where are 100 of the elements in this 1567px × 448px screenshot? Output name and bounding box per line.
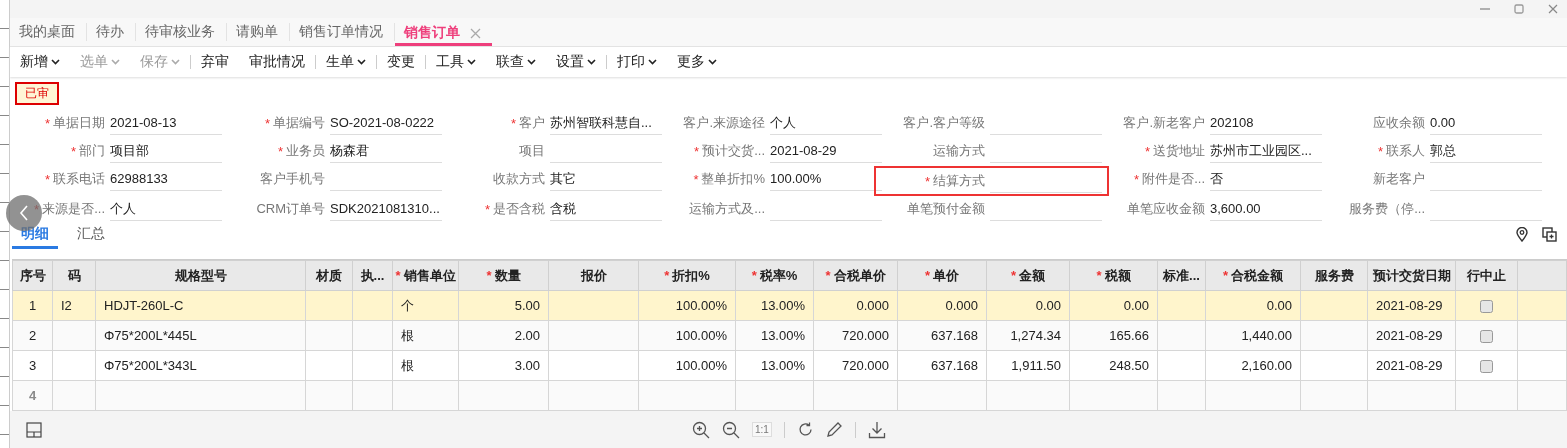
field-label: 业务员 (286, 142, 325, 160)
input-field[interactable]: 苏州市工业园区... (1210, 139, 1322, 163)
copy-add-icon[interactable] (1542, 227, 1557, 242)
page-tab[interactable]: 待审核业务 (136, 23, 227, 41)
toolbar-button[interactable]: 弃审 (191, 50, 239, 74)
caret-icon (648, 59, 657, 65)
column-header: * 数量 (458, 260, 549, 291)
input-field[interactable]: 其它 (550, 167, 662, 191)
input-field[interactable]: 2021-08-29 (770, 139, 882, 163)
toolbar-button[interactable]: 生单 (316, 50, 376, 74)
input-field[interactable]: 2021-08-13 (110, 111, 222, 135)
page-tab[interactable]: 销售订单 (395, 23, 492, 46)
input-field[interactable]: 郭总 (1430, 139, 1542, 163)
field-label: 客户.新老客户 (1123, 114, 1205, 132)
caret-icon (527, 59, 536, 65)
toolbar-button[interactable]: 打印 (607, 50, 667, 74)
page-tab[interactable]: 销售订单情况 (290, 23, 395, 41)
zoom-in-icon[interactable] (692, 420, 710, 439)
required-mark: * (924, 173, 930, 189)
input-field[interactable]: 0.00 (1430, 111, 1542, 135)
input-field[interactable]: 202108 (1210, 111, 1322, 135)
field-label: 部门 (79, 142, 105, 160)
input-field[interactable]: 否 (1210, 167, 1322, 191)
close-icon[interactable] (1547, 3, 1559, 15)
pencil-icon[interactable] (825, 421, 843, 438)
field-label: 新老客户 (1373, 170, 1425, 188)
input-field[interactable]: 3,600.00 (1210, 197, 1322, 221)
field-label: 项目 (519, 142, 545, 160)
checkbox[interactable] (1480, 330, 1493, 344)
table-cell: 0.00 (1069, 290, 1158, 321)
input-field[interactable]: 62988133 (110, 167, 222, 191)
toolbar-button[interactable]: 变更 (377, 50, 425, 74)
column-header: 预计交货日期 (1367, 260, 1456, 291)
layout-icon[interactable] (26, 421, 42, 438)
caret-icon (171, 59, 180, 65)
table-cell: 5.00 (458, 290, 549, 321)
download-icon[interactable] (867, 420, 886, 439)
status-badge: 已审 (15, 81, 59, 105)
table-cell: 637.168 (897, 320, 987, 351)
checkbox[interactable] (1480, 300, 1493, 314)
table-cell: 1,440.00 (1205, 320, 1301, 351)
table-cell: 0.000 (813, 290, 898, 321)
toolbar-button[interactable]: 审批情况 (239, 50, 315, 74)
table-cell: 0.000 (897, 290, 987, 321)
location-pin-icon[interactable] (1516, 227, 1528, 242)
field-label: 客户.客户等级 (903, 114, 985, 132)
column-header: * 销售单位 (392, 260, 459, 291)
input-field[interactable]: 个人 (110, 197, 222, 221)
toolbar-button[interactable]: 设置 (546, 50, 606, 74)
table-cell: 1,274.34 (986, 320, 1070, 351)
toolbar-button[interactable]: 联查 (486, 50, 546, 74)
table-cell: 1,911.50 (986, 350, 1070, 381)
table-cell: 720.000 (813, 350, 898, 381)
detail-tab[interactable]: 汇总 (68, 225, 114, 249)
page-tab[interactable]: 我的桌面 (10, 23, 87, 41)
checkbox[interactable] (1480, 360, 1493, 374)
input-field[interactable]: 个人 (770, 111, 882, 135)
required-mark: * (1144, 143, 1150, 159)
table-cell: 100.00% (638, 290, 736, 321)
column-header: 执... (352, 260, 393, 291)
input-field[interactable]: 杨森君 (330, 139, 442, 163)
required-mark: * (44, 171, 50, 187)
input-field[interactable]: 100.00% (770, 167, 882, 191)
column-header: * 折扣% (638, 260, 736, 291)
field-label: 结算方式 (933, 172, 985, 190)
input-field[interactable]: 项目部 (110, 139, 222, 163)
required-mark: * (1377, 143, 1383, 159)
row-number: 3 (12, 350, 53, 381)
toolbar-button[interactable]: 工具 (426, 50, 486, 74)
table-cell: 100.00% (638, 320, 736, 351)
field-label: 客户 (519, 114, 545, 132)
field-label: 单据编号 (273, 114, 325, 132)
page-tab[interactable]: 待办 (87, 23, 136, 41)
table-cell: 165.66 (1069, 320, 1158, 351)
maximize-icon[interactable] (1513, 3, 1525, 15)
input-field[interactable]: SO-2021-08-0222 (330, 111, 442, 135)
caret-icon (467, 59, 476, 65)
input-field[interactable]: 苏州智联科慧自... (550, 111, 662, 135)
field-label: 单笔应收金额 (1127, 200, 1205, 218)
zoom-out-icon[interactable] (722, 420, 740, 439)
detail-tab[interactable]: 明细 (12, 225, 58, 249)
input-field[interactable]: 含税 (550, 197, 662, 221)
toolbar-button[interactable]: 新增 (10, 50, 70, 74)
refresh-icon[interactable] (796, 421, 814, 438)
field-label: CRM订单号 (256, 200, 325, 218)
required-mark: * (34, 201, 40, 217)
field-label: 收款方式 (493, 170, 545, 188)
actual-size-button[interactable]: 1:1 (752, 422, 772, 437)
required-mark: * (44, 115, 50, 131)
required-mark: * (694, 143, 700, 159)
field-label: 预计交货... (702, 142, 765, 160)
toolbar-button[interactable]: 更多 (667, 50, 727, 74)
page-tab[interactable]: 请购单 (227, 23, 290, 41)
close-icon[interactable] (470, 27, 481, 39)
input-field[interactable]: SDK2021081310... (330, 197, 442, 221)
table-cell: 637.168 (897, 350, 987, 381)
required-mark: * (70, 143, 76, 159)
table-cell: HDJT-260L-C (95, 290, 306, 321)
required-mark: * (264, 115, 270, 131)
table-cell: 2,160.00 (1205, 350, 1301, 381)
